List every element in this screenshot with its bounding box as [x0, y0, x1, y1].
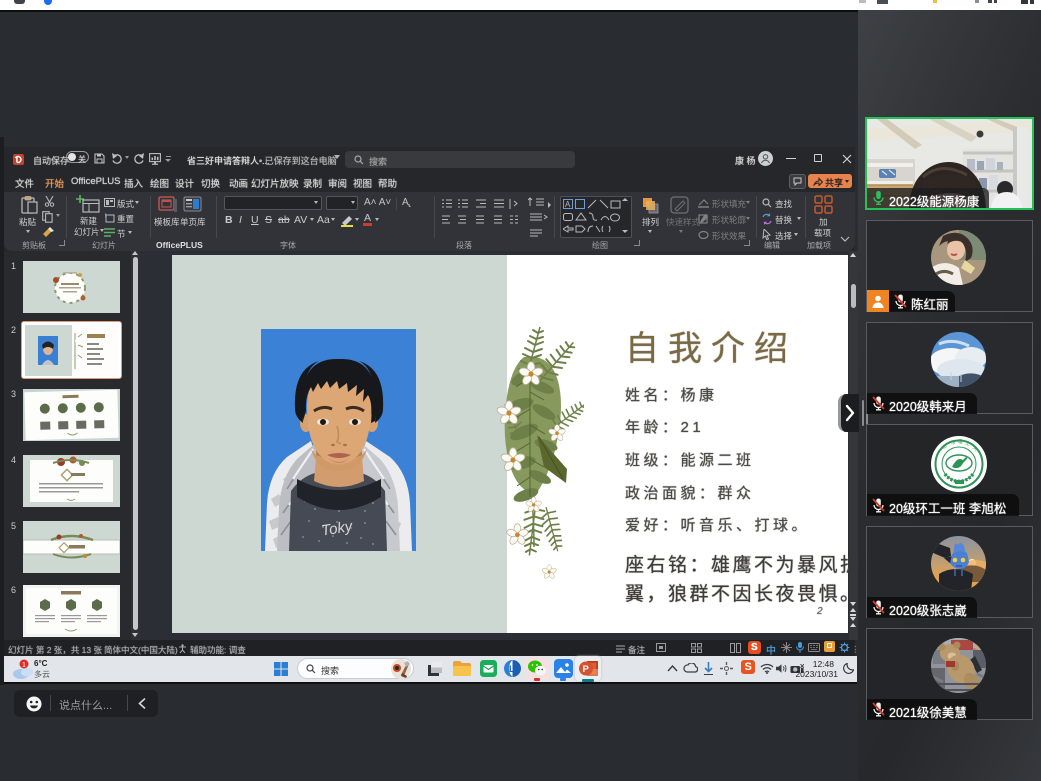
- svg-text:A: A: [565, 200, 571, 209]
- svg-text:L: L: [509, 664, 515, 674]
- svg-text:1: 1: [22, 662, 26, 669]
- svg-text:理: 理: [958, 439, 963, 444]
- svg-text:东: 东: [951, 439, 956, 445]
- svg-text:P: P: [583, 664, 590, 675]
